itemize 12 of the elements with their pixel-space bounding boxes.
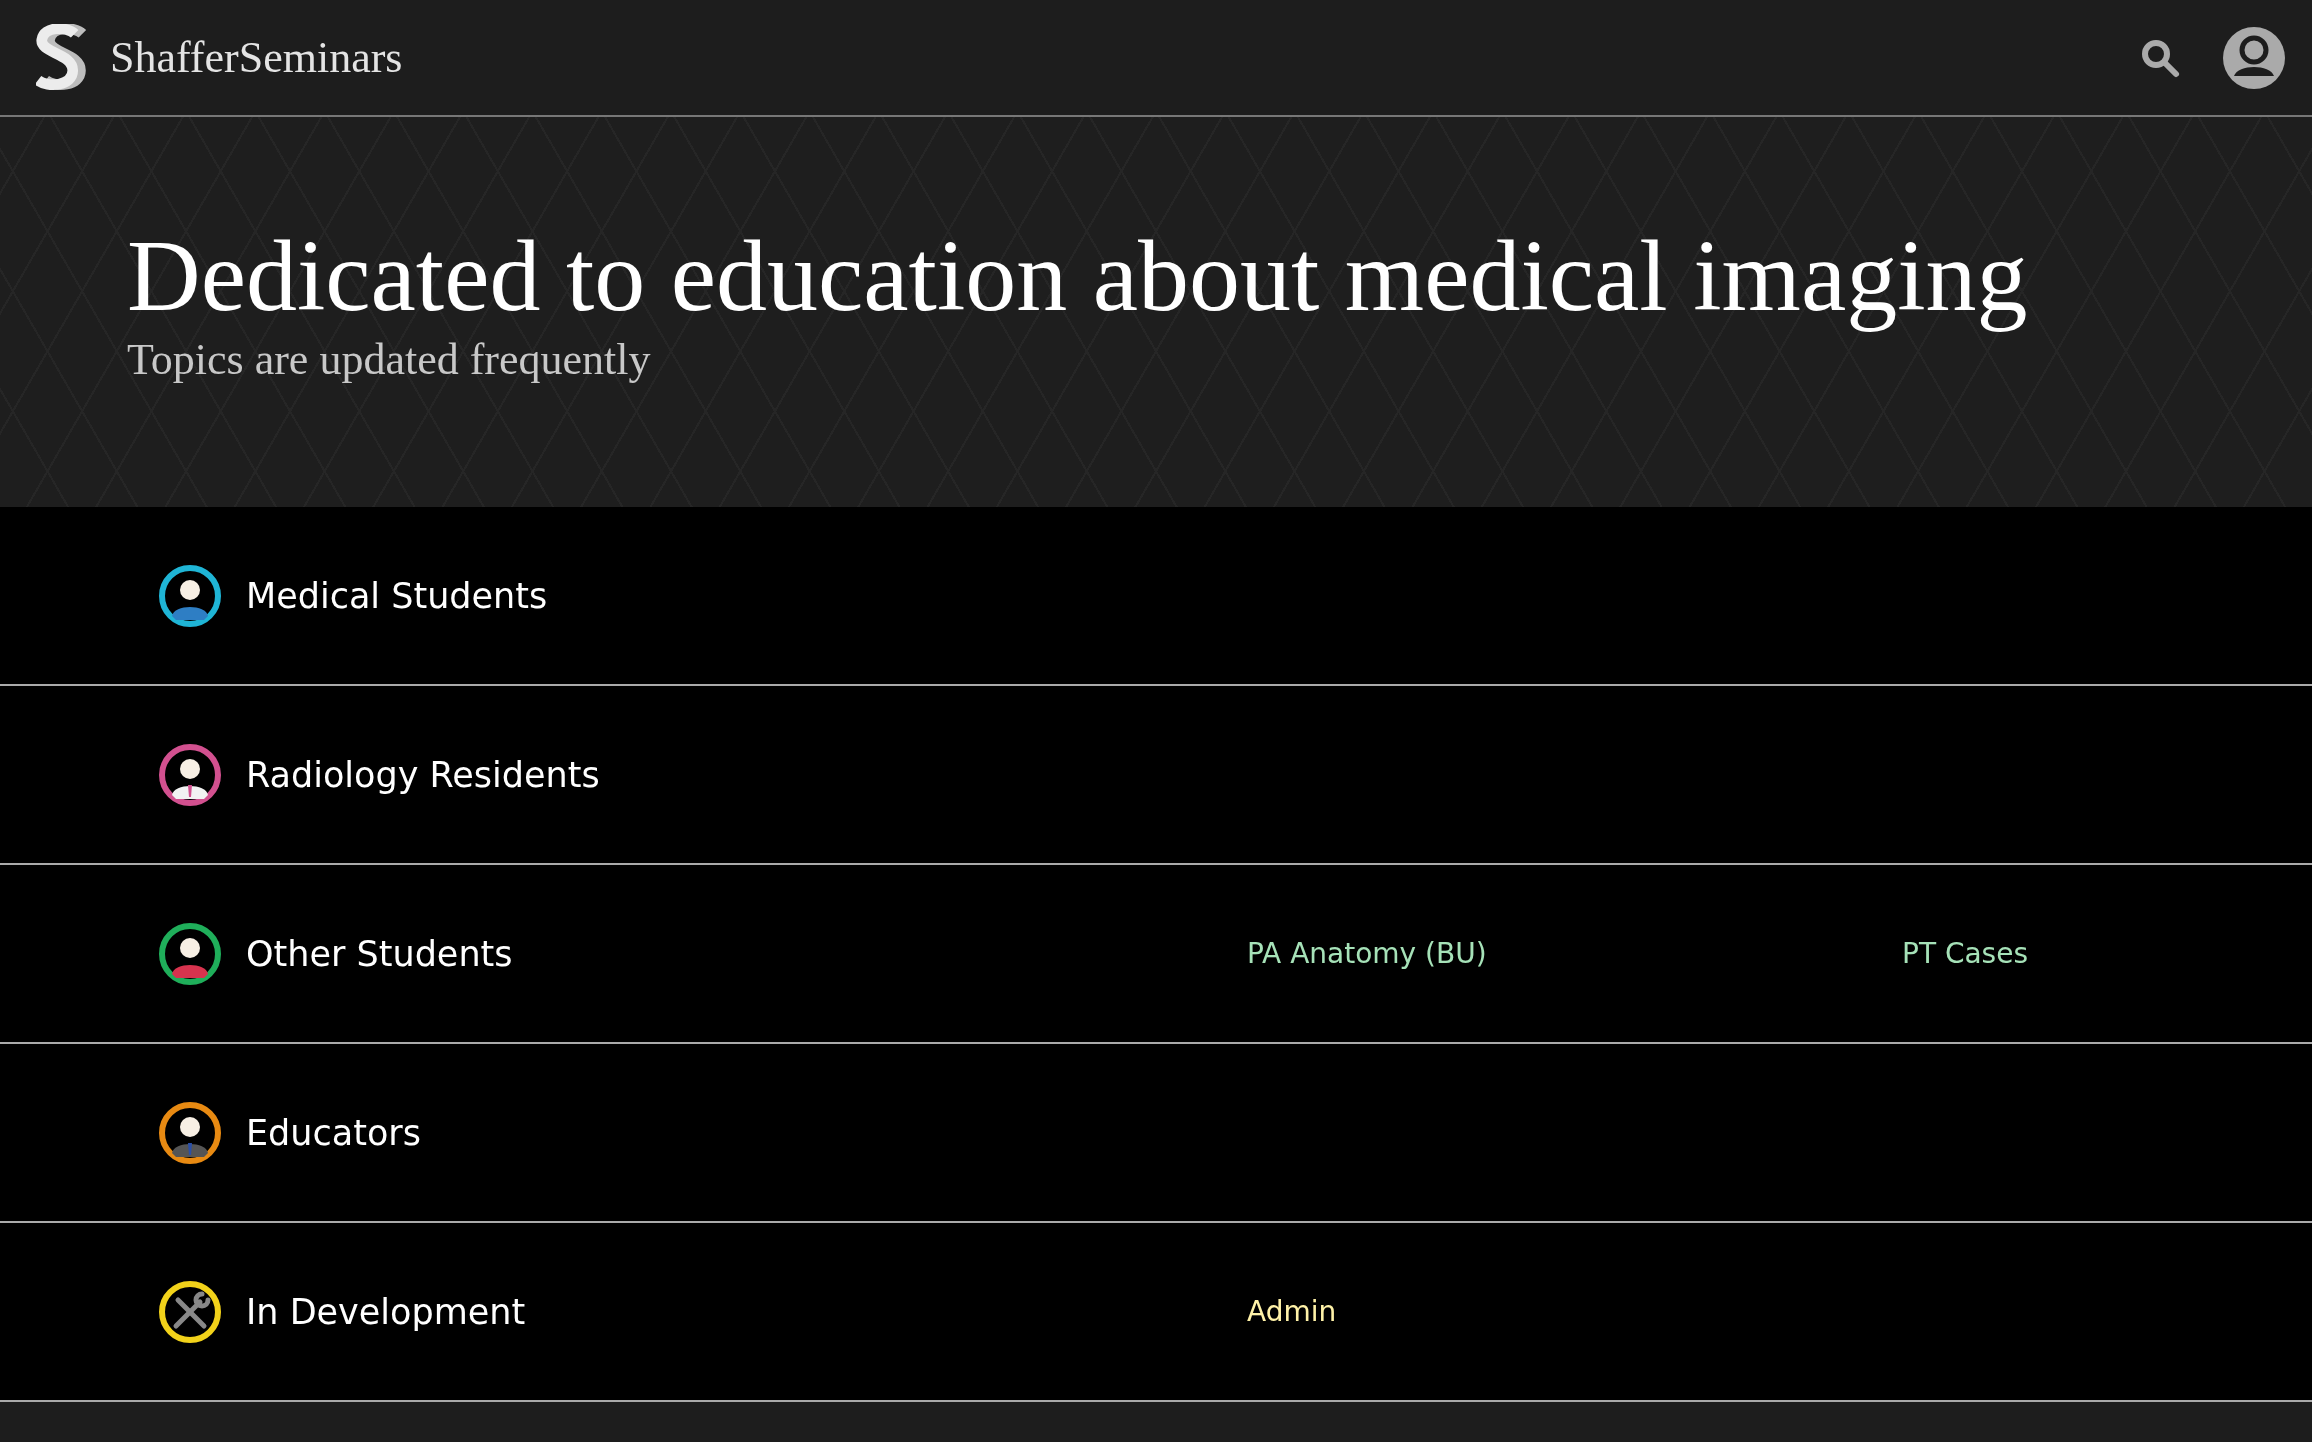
category-link[interactable]: In Development — [158, 1279, 1247, 1344]
user-avatar-icon[interactable] — [2222, 25, 2286, 90]
category-link[interactable]: Educators — [158, 1100, 1247, 1165]
topic-link[interactable]: PT Cases — [1902, 937, 2312, 970]
hero-title: Dedicated to education about medical imaging — [127, 218, 2029, 334]
topic-link[interactable]: Admin — [1247, 1295, 1902, 1328]
category-link[interactable]: Other Students — [158, 921, 1247, 986]
category-link[interactable]: Medical Students — [158, 563, 1247, 628]
category-link[interactable]: Radiology Residents — [158, 742, 1247, 807]
hero-subtitle: Topics are updated frequently — [127, 334, 652, 385]
topic-link[interactable]: PA Anatomy (BU) — [1247, 937, 1902, 970]
brand-name[interactable]: ShafferSeminars — [110, 32, 403, 83]
